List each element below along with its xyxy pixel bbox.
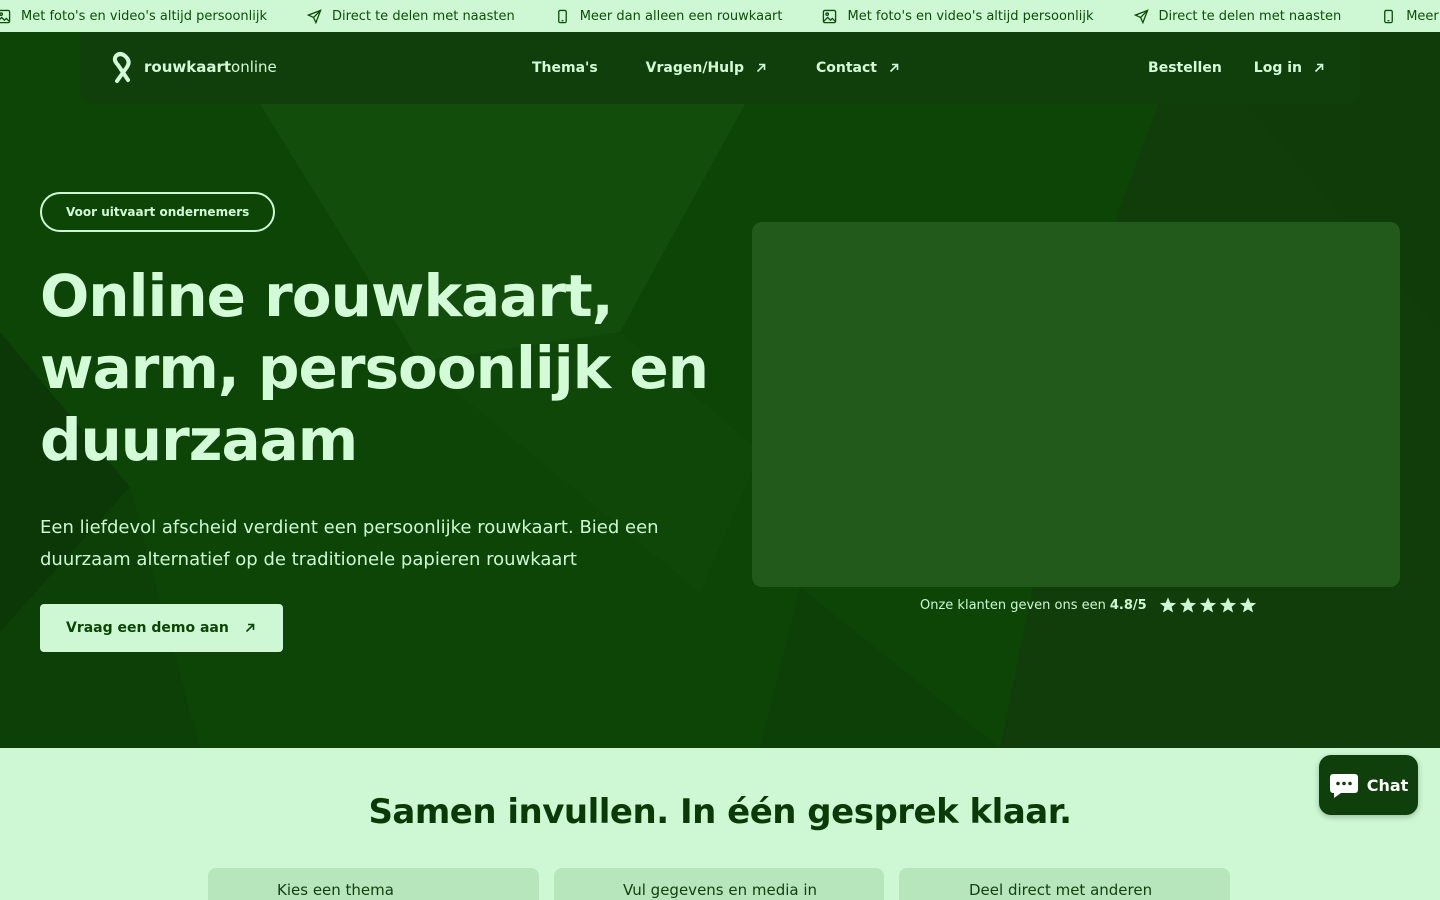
logo-wordmark-bold: rouwkaart bbox=[144, 58, 232, 76]
steps-list: Kies een thema Vul gegevens en media in … bbox=[208, 868, 1245, 900]
star-icon bbox=[1219, 597, 1236, 613]
ticker-item: Meer dan alleen een rouwkaart bbox=[1381, 9, 1440, 24]
ticker-item: Met foto's en video's altijd persoonlijk bbox=[0, 9, 267, 24]
step-card-theme: Kies een thema bbox=[208, 868, 539, 900]
rating-text: Onze klanten geven ons een bbox=[920, 597, 1106, 613]
request-demo-button[interactable]: Vraag een demo aan bbox=[40, 604, 283, 652]
nav-link-label: Contact bbox=[815, 60, 877, 76]
ticker-item: Met foto's en video's altijd persoonlijk bbox=[822, 8, 1094, 24]
chat-label: Chat bbox=[1366, 775, 1409, 795]
step-label: Vul gegevens en media in bbox=[623, 881, 818, 899]
announcement-ticker: Met foto's en video's altijd persoonlijk… bbox=[0, 0, 1440, 32]
ticker-text: Meer dan alleen een rouwkaart bbox=[579, 8, 783, 24]
external-arrow-icon bbox=[756, 63, 766, 73]
image-icon bbox=[0, 9, 11, 23]
ticker-text: Direct te delen met naasten bbox=[332, 8, 515, 24]
hero-title: Online rouwkaart, warm, persoonlijk en d… bbox=[40, 262, 709, 474]
step-card-details: Vul gegevens en media in bbox=[554, 868, 884, 900]
nav-link-label: Log in bbox=[1253, 60, 1302, 76]
send-icon bbox=[1133, 8, 1149, 24]
chat-widget-button[interactable]: Chat bbox=[1319, 755, 1418, 815]
logo-link[interactable]: rouwkaartonline bbox=[110, 50, 277, 84]
external-arrow-icon bbox=[245, 623, 255, 633]
site-header: rouwkaartonline Thema's Vragen/Hulp Cont… bbox=[80, 32, 1360, 104]
nav-link-label: Bestellen bbox=[1148, 60, 1222, 76]
section-title: Samen invullen. In één gesprek klaar. bbox=[368, 792, 1072, 832]
star-icon bbox=[1199, 597, 1216, 613]
request-demo-label: Vraag een demo aan bbox=[66, 620, 229, 636]
hero-section: rouwkaartonline Thema's Vragen/Hulp Cont… bbox=[0, 32, 1440, 748]
step-label: Kies een thema bbox=[277, 881, 394, 899]
send-icon bbox=[307, 8, 322, 24]
customer-rating: Onze klanten geven ons een 4.8/5 bbox=[920, 596, 1259, 614]
nav-link-login[interactable]: Log in bbox=[1254, 60, 1326, 76]
external-arrow-icon bbox=[889, 63, 899, 73]
logo-wordmark-light: online bbox=[231, 58, 277, 76]
ticker-item: Direct te delen met naasten bbox=[307, 9, 515, 24]
account-nav: Bestellen Log in bbox=[1116, 32, 1326, 104]
step-label: Deel direct met anderen bbox=[969, 881, 1153, 899]
phone-icon bbox=[557, 9, 567, 23]
hero-video-placeholder[interactable] bbox=[752, 222, 1400, 587]
nav-link-themes[interactable]: Thema's bbox=[532, 60, 598, 76]
rating-value: 4.8/5 bbox=[1109, 597, 1147, 613]
ticker-text: Met foto's en video's altijd persoonlijk bbox=[847, 8, 1094, 24]
external-arrow-icon bbox=[1314, 63, 1324, 73]
audience-badge: Voor uitvaart ondernemers bbox=[40, 192, 276, 232]
star-icon bbox=[1159, 597, 1176, 613]
logo-wordmark: rouwkaartonline bbox=[144, 58, 277, 76]
ticker-track: Met foto's en video's altijd persoonlijk… bbox=[0, 0, 1440, 32]
logo-ribbon-icon bbox=[112, 52, 131, 83]
nav-link-contact[interactable]: Contact bbox=[816, 60, 901, 76]
star-icon bbox=[1179, 597, 1196, 613]
nav-link-help[interactable]: Vragen/Hulp bbox=[646, 60, 768, 76]
phone-icon bbox=[1384, 9, 1394, 23]
ticker-item: Meer dan alleen een rouwkaart bbox=[555, 8, 783, 24]
rating-stars bbox=[1159, 596, 1259, 614]
hero-subtitle: Een liefdevol afscheid verdient een pers… bbox=[40, 517, 659, 570]
step-card-share: Deel direct met anderen bbox=[899, 868, 1230, 900]
main-nav: Thema's Vragen/Hulp Contact bbox=[532, 32, 949, 104]
image-icon bbox=[823, 9, 837, 23]
nav-link-order[interactable]: Bestellen bbox=[1148, 60, 1222, 76]
ticker-text: Direct te delen met naasten bbox=[1158, 8, 1342, 24]
star-icon bbox=[1239, 597, 1256, 613]
ticker-text: Meer dan alleen een rouwkaart bbox=[1406, 8, 1440, 24]
nav-link-label: Thema's bbox=[532, 60, 598, 76]
nav-link-label: Vragen/Hulp bbox=[645, 60, 744, 76]
chat-bubble-icon bbox=[1329, 774, 1358, 798]
ticker-item: Direct te delen met naasten bbox=[1133, 8, 1342, 24]
ticker-text: Met foto's en video's altijd persoonlijk bbox=[21, 8, 268, 24]
